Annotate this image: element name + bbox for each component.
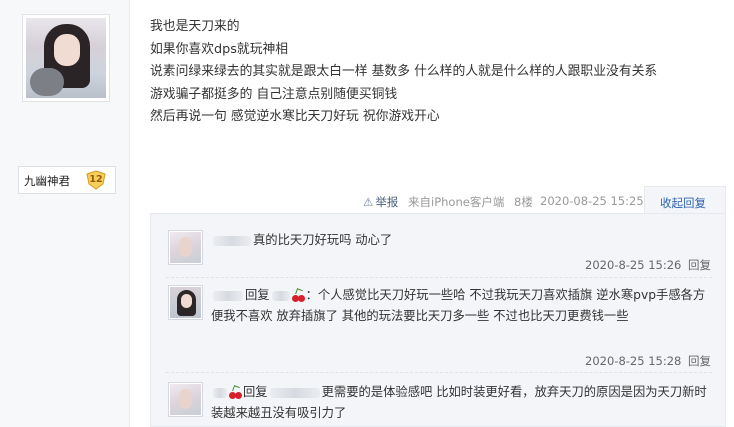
reply-divider (166, 277, 712, 278)
reply-avatar[interactable] (168, 230, 203, 265)
post-line: 然后再说一句 感觉逆水寒比天刀好玩 祝你游戏开心 (150, 109, 440, 125)
author-avatar[interactable] (22, 14, 110, 102)
post-time: 2020-08-25 15:25 (540, 194, 644, 208)
avatar-image (26, 18, 106, 98)
reply-avatar[interactable] (168, 382, 203, 417)
reply-target-blurred[interactable] (271, 290, 290, 301)
post-source[interactable]: 来自iPhone客户端 (408, 194, 504, 210)
floor-number: 8楼 (514, 195, 533, 209)
collapse-replies-label: 收起回复 (660, 196, 706, 210)
post-line: 说素问绿来绿去的其实就是跟太白一样 基数多 什么样的人就是什么样的人跟职业没有关… (150, 64, 658, 80)
post-line: 我也是天刀来的 (150, 19, 240, 34)
reply-time: 2020-8-25 15:28 (585, 354, 682, 368)
reply-target-blurred[interactable] (269, 387, 320, 398)
post-line: 游戏骗子都挺多的 自己注意点别随便买铜钱 (150, 86, 398, 102)
reply-panel: 真的比天刀好玩吗 动心了 2020-8-25 15:26 回复 回复 ：个人感觉比… (150, 213, 726, 427)
reply-prefix: 回复 (245, 288, 270, 302)
reply-avatar[interactable] (168, 285, 203, 320)
collapse-replies-button[interactable]: 收起回复 (644, 186, 726, 215)
reply-username-blurred[interactable] (213, 235, 251, 246)
post-content: 我也是天刀来的 如果你喜欢dps就玩神相 说素问绿来绿去的其实就是跟太白一样 基… (150, 16, 730, 129)
cherry-emoji-icon (291, 287, 306, 303)
level-number: 12 (89, 174, 103, 185)
reply-button[interactable]: 回复 (688, 354, 711, 368)
reply-meta: 2020-8-25 15:28 回复 (585, 353, 711, 369)
reply-divider (166, 372, 712, 373)
report-link[interactable]: ⚠ 举报 (363, 194, 398, 210)
cherry-emoji-icon (229, 384, 243, 400)
reply-time: 2020-8-25 15:26 (585, 258, 682, 272)
reply-text: 真的比天刀好玩吗 动心了 (211, 230, 715, 251)
reply-button[interactable]: 回复 (688, 258, 711, 272)
reply-prefix: 回复 (243, 385, 268, 399)
reply-content: 真的比天刀好玩吗 动心了 (253, 233, 393, 247)
reply-text: 回复 ：个人感觉比天刀好玩一些哈 不过我玩天刀喜欢插旗 逆水寒pvp手感各方便我不… (211, 285, 715, 327)
reply-meta: 2020-8-25 15:26 回复 (585, 257, 711, 273)
reply-text: 回复 更需要的是体验感吧 比如时装更好看，放弃天刀的原因是因为天刀新时装越来越丑没… (211, 382, 715, 424)
post-line: 如果你喜欢dps就玩神相 (150, 41, 289, 57)
report-label: 举报 (375, 195, 399, 209)
reply-username-blurred[interactable] (213, 387, 227, 398)
reply-username-blurred[interactable] (213, 290, 243, 301)
warning-icon: ⚠ (363, 195, 374, 209)
post-meta: ⚠ 举报 来自iPhone客户端 8楼 2020-08-25 15:25 收起回复 (0, 186, 734, 215)
